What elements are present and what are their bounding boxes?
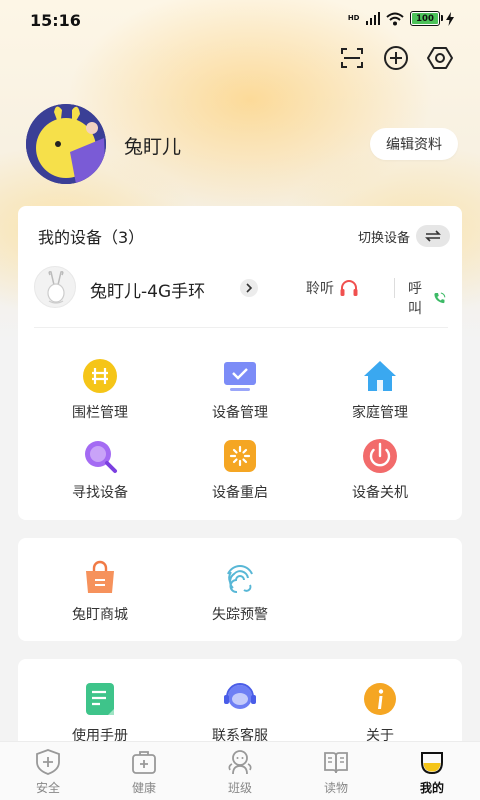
shutdown-device-button[interactable]: 设备关机 [320, 438, 440, 502]
divider [34, 327, 448, 328]
nav-label: 读物 [323, 781, 348, 795]
info-icon [364, 683, 396, 715]
customer-service-button[interactable]: 联系客服 [180, 681, 300, 745]
nav-tab-me[interactable]: 我的 [384, 748, 480, 796]
status-icons: HD 100 [348, 11, 454, 26]
nav-label: 班级 [227, 781, 252, 795]
mall-button[interactable]: 兔盯商城 [40, 560, 160, 624]
call-label: 呼叫 [408, 281, 422, 317]
me-icon [421, 752, 443, 775]
book-icon [324, 752, 348, 774]
restart-icon [224, 440, 256, 472]
home-icon [364, 361, 396, 391]
device-management-button[interactable]: 设备管理 [180, 358, 300, 422]
profile-name: 兔盯儿 [124, 136, 182, 158]
services-card: 兔盯商城 失踪预警 [18, 538, 462, 641]
listen-button[interactable]: 聆听 [306, 278, 359, 298]
nav-label: 我的 [419, 781, 444, 795]
power-icon [363, 439, 397, 473]
feature-label: 家庭管理 [352, 405, 408, 421]
feature-label: 围栏管理 [72, 405, 128, 421]
status-bar: 15:16 HD 100 [0, 0, 480, 40]
battery-level: 100 [412, 13, 438, 24]
wifi-icon [386, 12, 404, 25]
shopping-bag-icon [86, 560, 114, 593]
headphones-icon [340, 280, 358, 296]
service-label: 兔盯商城 [72, 607, 128, 623]
add-icon[interactable] [382, 44, 410, 72]
switch-arrows-icon [416, 225, 450, 247]
bottom-nav: 安全 健康 班级 读物 我的 [0, 741, 480, 800]
feature-label: 设备管理 [212, 405, 268, 421]
device-name: 兔盯儿-4G手环 [90, 282, 206, 302]
class-icon [228, 750, 252, 775]
switch-device-button[interactable]: 切换设备 [358, 225, 450, 247]
avatar[interactable] [26, 104, 106, 184]
feature-label: 寻找设备 [72, 485, 128, 501]
manual-icon [86, 683, 114, 715]
settings-icon[interactable] [426, 44, 454, 72]
status-time: 15:16 [30, 11, 81, 30]
feature-label: 设备关机 [352, 485, 408, 501]
fence-management-button[interactable]: 围栏管理 [40, 358, 160, 422]
nav-tab-health[interactable]: 健康 [96, 748, 192, 796]
find-device-button[interactable]: 寻找设备 [40, 438, 160, 502]
hd-badge: HD [347, 14, 360, 22]
nav-label: 健康 [131, 781, 156, 795]
nav-tab-reading[interactable]: 读物 [288, 748, 384, 796]
cell-signal-icon [365, 12, 380, 25]
customer-service-icon [224, 683, 256, 709]
device-row[interactable]: 兔盯儿-4G手环 聆听 呼叫 [34, 266, 446, 317]
avatar-image [26, 104, 106, 184]
user-manual-button[interactable]: 使用手册 [40, 681, 160, 745]
charging-icon [446, 11, 454, 26]
scan-icon[interactable] [338, 44, 366, 72]
service-label: 失踪预警 [212, 607, 268, 623]
medical-kit-icon [132, 751, 156, 774]
about-button[interactable]: 关于 [320, 681, 440, 745]
listen-label: 聆听 [306, 281, 334, 297]
search-device-icon [85, 441, 117, 473]
monitor-check-icon [224, 362, 256, 391]
family-management-button[interactable]: 家庭管理 [320, 358, 440, 422]
chevron-right-icon[interactable] [240, 279, 258, 297]
feature-label: 设备重启 [212, 485, 268, 501]
switch-device-label: 切换设备 [357, 230, 410, 246]
divider [394, 278, 395, 298]
shield-icon [36, 749, 60, 775]
call-button[interactable]: 呼叫 [408, 278, 446, 318]
battery-icon: 100 [410, 11, 443, 26]
device-thumbnail [34, 266, 76, 308]
restart-device-button[interactable]: 设备重启 [180, 438, 300, 502]
edit-profile-button[interactable]: 编辑资料 [370, 128, 458, 160]
missing-alert-button[interactable]: 失踪预警 [180, 560, 300, 624]
nav-label: 安全 [35, 781, 60, 795]
devices-card: 我的设备（3） 切换设备 兔盯儿-4G手环 聆听 呼叫 围栏管理 设备管理 家庭… [18, 206, 462, 520]
nav-tab-safety[interactable]: 安全 [0, 748, 96, 796]
nav-tab-class[interactable]: 班级 [192, 748, 288, 796]
phone-icon [434, 292, 446, 304]
fingerprint-icon [227, 565, 253, 593]
my-devices-title: 我的设备（3） [38, 228, 145, 247]
fence-icon [83, 359, 117, 393]
